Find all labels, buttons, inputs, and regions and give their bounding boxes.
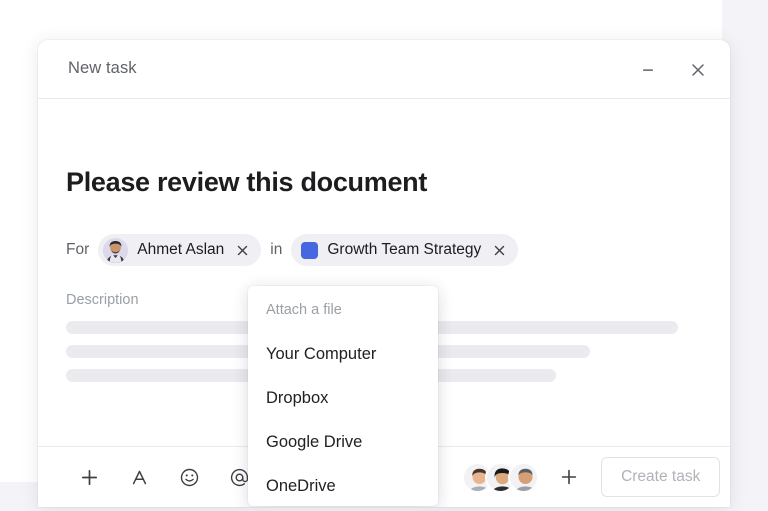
close-icon bbox=[692, 64, 704, 76]
task-title[interactable]: Please review this document bbox=[66, 169, 427, 196]
text-format-icon bbox=[132, 470, 146, 484]
menu-item-google-drive[interactable]: Google Drive bbox=[248, 420, 438, 464]
project-chip[interactable]: Growth Team Strategy bbox=[291, 234, 519, 266]
plus-icon bbox=[562, 469, 577, 485]
collaborator-avatars[interactable] bbox=[462, 461, 540, 493]
minimize-button[interactable] bbox=[634, 56, 662, 84]
close-icon bbox=[237, 245, 247, 255]
close-button[interactable] bbox=[684, 56, 712, 84]
emoji-button[interactable] bbox=[172, 460, 206, 494]
attach-menu-heading: Attach a file bbox=[266, 302, 342, 318]
close-icon bbox=[494, 245, 504, 255]
menu-item-onedrive[interactable]: OneDrive bbox=[248, 464, 438, 507]
add-button[interactable] bbox=[72, 460, 106, 494]
remove-assignee-button[interactable] bbox=[233, 241, 251, 259]
in-label: in bbox=[270, 241, 283, 258]
assignee-name: Ahmet Aslan bbox=[137, 241, 225, 258]
assignee-chip[interactable]: Ahmet Aslan bbox=[98, 234, 262, 266]
menu-item-your-computer[interactable]: Your Computer bbox=[248, 332, 438, 376]
avatar bbox=[508, 461, 540, 493]
project-name: Growth Team Strategy bbox=[327, 241, 482, 258]
add-collaborator-button[interactable] bbox=[555, 463, 583, 491]
new-task-modal: New task Please review this document For bbox=[38, 40, 730, 507]
for-label: For bbox=[66, 241, 90, 258]
modal-body: Please review this document For Ahmet As… bbox=[38, 99, 730, 506]
attach-file-menu: Attach a file Your Computer Dropbox Goog… bbox=[248, 286, 438, 506]
avatar-photo-icon bbox=[103, 237, 129, 263]
create-task-button[interactable]: Create task bbox=[601, 457, 721, 497]
mention-icon bbox=[230, 468, 248, 486]
menu-item-dropbox[interactable]: Dropbox bbox=[248, 376, 438, 420]
avatar bbox=[103, 237, 129, 263]
project-color-swatch bbox=[301, 241, 319, 259]
avatar-photo-icon bbox=[510, 463, 538, 491]
remove-project-button[interactable] bbox=[490, 241, 508, 259]
modal-title: New task bbox=[68, 59, 137, 77]
add-icon bbox=[81, 469, 97, 485]
minimize-icon bbox=[643, 69, 653, 71]
modal-header: New task bbox=[38, 40, 730, 99]
description-label: Description bbox=[66, 292, 139, 308]
assignment-row: For Ahmet Aslan in Growth Team Strategy bbox=[66, 234, 519, 266]
page-background: New task Please review this document For bbox=[0, 0, 768, 511]
text-format-button[interactable] bbox=[122, 460, 156, 494]
emoji-icon bbox=[180, 468, 198, 486]
